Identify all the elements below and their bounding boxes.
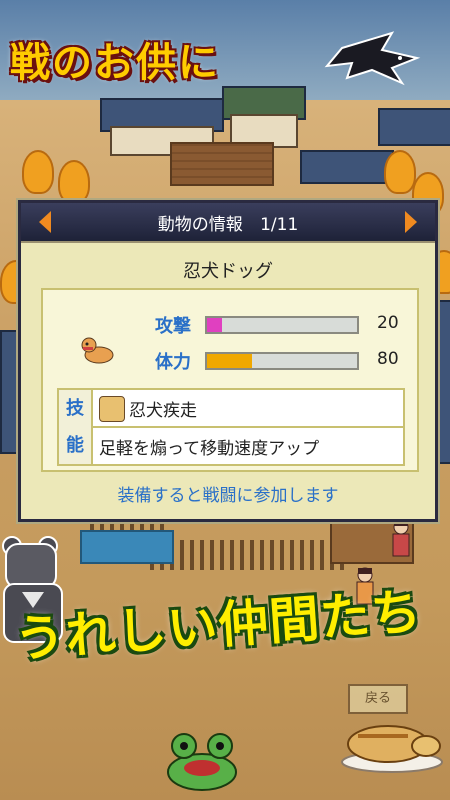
dialog-header: 動物の情報 1/11 <box>21 203 435 243</box>
equip-note: 装備すると戦闘に参加します <box>117 486 339 506</box>
attack-bar <box>205 316 359 334</box>
promo-caption-top: 戦のお供に <box>10 40 220 86</box>
animal-info-dialog: 動物の情報 1/11 忍犬ドッグ 攻撃 20 体力 80 技 能 忍犬疾走 足軽… <box>18 200 438 522</box>
attack-label: 攻撃 <box>155 316 191 337</box>
autumn-tree <box>384 150 416 194</box>
hp-value: 80 <box>377 349 399 369</box>
villager-sprite <box>392 519 410 557</box>
attack-value: 20 <box>377 313 399 333</box>
roast-boar-sprite <box>341 725 443 773</box>
house-roof <box>378 108 450 146</box>
skill-name-row: 忍犬疾走 <box>93 390 403 428</box>
crow-sprite <box>324 31 421 86</box>
skill-box: 技 能 忍犬疾走 足軽を煽って移動速度アップ <box>57 388 405 466</box>
monkey-skill-icon <box>99 396 125 422</box>
skill-description: 足軽を煽って移動速度アップ <box>99 439 320 459</box>
hp-bar-fill <box>207 354 252 368</box>
skill-tag-line2: 能 <box>66 435 84 456</box>
frog-sprite <box>167 733 237 791</box>
page-indicator: 1/11 <box>260 215 299 235</box>
skill-tag-line1: 技 <box>66 398 84 419</box>
dialog-title-text: 動物の情報 <box>157 215 243 235</box>
pond <box>80 530 174 564</box>
animal-name: 忍犬ドッグ <box>183 261 273 282</box>
dog-icon <box>81 337 114 364</box>
autumn-tree <box>58 160 90 204</box>
hp-bar <box>205 352 359 370</box>
next-arrow-icon[interactable] <box>405 211 417 233</box>
autumn-tree <box>22 150 54 194</box>
fence <box>150 540 350 570</box>
hp-label: 体力 <box>155 352 191 373</box>
back-button[interactable]: 戻る <box>348 684 408 714</box>
house-roof <box>300 150 394 184</box>
stats-panel: 攻撃 20 体力 80 技 能 忍犬疾走 足軽を煽って移動速度アップ <box>41 288 419 472</box>
skill-tag: 技 能 <box>59 390 93 464</box>
dialog-title: 動物の情報 1/11 <box>21 210 435 235</box>
attack-bar-fill <box>207 318 222 332</box>
crop-field <box>170 142 274 186</box>
skill-name: 忍犬疾走 <box>129 401 197 421</box>
